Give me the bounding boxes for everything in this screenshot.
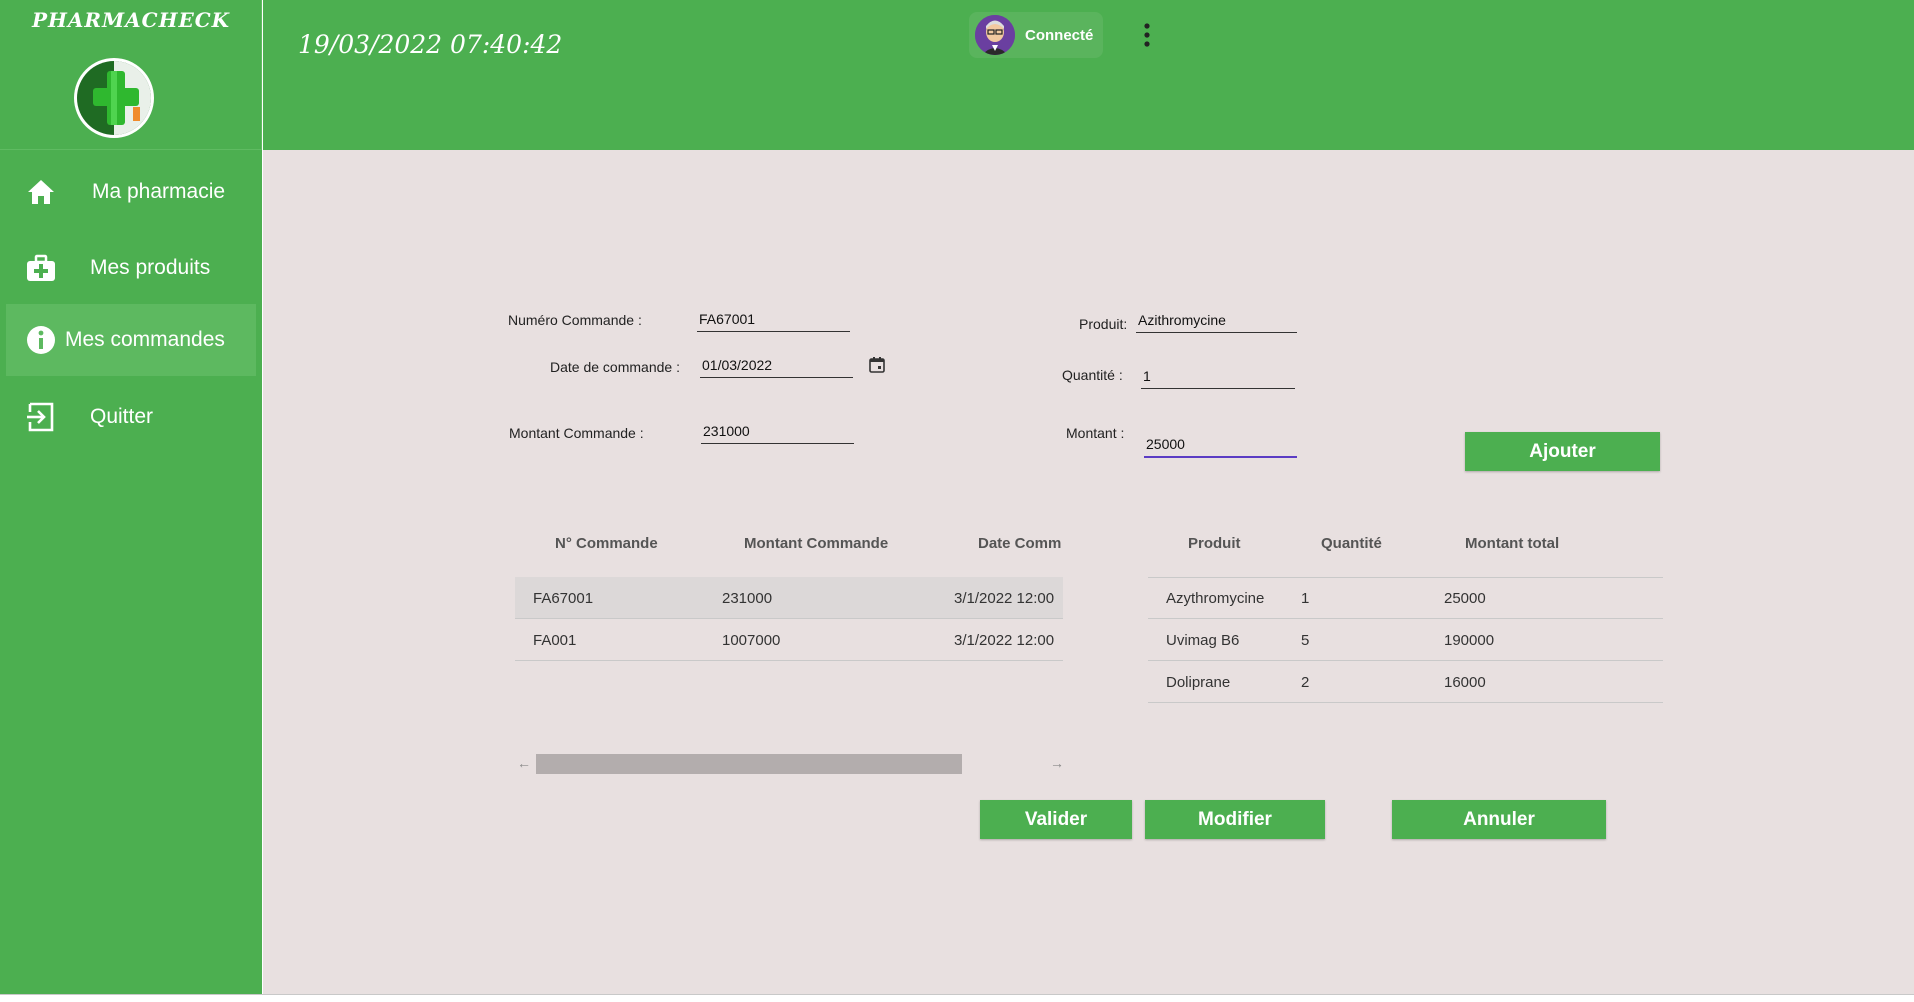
date-commande-input[interactable] xyxy=(700,352,853,378)
numero-commande-label: Numéro Commande : xyxy=(508,312,642,328)
sidebar-item-mes-produits[interactable]: Mes produits xyxy=(0,232,255,304)
column-header-quantite[interactable]: Quantité xyxy=(1321,535,1382,552)
modifier-button[interactable]: Modifier xyxy=(1145,800,1325,839)
cell-quantite: 5 xyxy=(1301,632,1310,649)
more-menu-icon[interactable] xyxy=(1141,22,1153,48)
column-header-montant-commande[interactable]: Montant Commande xyxy=(744,535,888,552)
cell-montant-total: 190000 xyxy=(1444,632,1495,649)
main-content: Numéro Commande : Date de commande : Mon… xyxy=(263,150,1914,994)
numero-commande-input[interactable] xyxy=(697,306,850,332)
sidebar-item-mes-commandes[interactable]: Mes commandes xyxy=(6,304,256,376)
logo-area: PHARMACHECK xyxy=(0,0,262,150)
column-header-num-commande[interactable]: N° Commande xyxy=(555,535,658,552)
cell-produit: Uvimag B6 xyxy=(1166,632,1240,649)
cell-montant: 231000 xyxy=(722,590,773,607)
montant-label: Montant : xyxy=(1066,425,1125,441)
user-status-chip[interactable]: Connecté xyxy=(969,12,1103,58)
orders-table-horizontal-scrollbar[interactable]: ← → xyxy=(514,752,1064,774)
produit-input[interactable] xyxy=(1136,307,1297,333)
column-header-montant-total[interactable]: Montant total xyxy=(1465,535,1559,552)
sidebar-item-label: Mes produits xyxy=(90,256,211,279)
sidebar-item-quitter[interactable]: Quitter xyxy=(0,381,255,453)
produit-label: Produit: xyxy=(1079,316,1128,332)
cell-produit: Doliprane xyxy=(1166,674,1231,691)
calendar-icon[interactable] xyxy=(868,356,886,374)
table-row[interactable]: Doliprane 2 16000 xyxy=(1148,661,1663,703)
pharmacy-cross-logo xyxy=(74,58,154,138)
cell-montant-total: 25000 xyxy=(1444,590,1486,607)
sidebar: PHARMACHECK Ma pharmacie Mes produits Me… xyxy=(0,0,262,994)
cell-date: 3/1/2022 12:00 xyxy=(954,590,1055,607)
cell-num: FA67001 xyxy=(533,590,594,607)
header-bar: 19/03/2022 07:40:42 Connecté xyxy=(263,0,1914,150)
cell-quantite: 2 xyxy=(1301,674,1310,691)
table-row[interactable]: Azythromycine 1 25000 xyxy=(1148,577,1663,619)
avatar xyxy=(975,15,1015,55)
quantite-label: Quantité : xyxy=(1062,367,1123,383)
table-row[interactable]: FA001 1007000 3/1/2022 12:00 xyxy=(515,619,1063,661)
cell-date: 3/1/2022 12:00 xyxy=(954,632,1055,649)
annuler-button[interactable]: Annuler xyxy=(1392,800,1606,839)
sidebar-item-ma-pharmacie[interactable]: Ma pharmacie xyxy=(0,156,255,228)
app-brand: PHARMACHECK xyxy=(31,8,231,32)
column-header-date-commande[interactable]: Date Comm xyxy=(978,535,1063,552)
user-status-label: Connecté xyxy=(1025,26,1094,44)
montant-input[interactable] xyxy=(1144,432,1297,458)
cell-produit: Azythromycine xyxy=(1166,590,1265,607)
table-row[interactable]: FA67001 231000 3/1/2022 12:00 xyxy=(515,577,1063,619)
quantite-input[interactable] xyxy=(1141,363,1295,389)
cell-montant-total: 16000 xyxy=(1444,674,1486,691)
scroll-right-arrow-icon[interactable]: → xyxy=(1050,755,1064,771)
column-header-produit[interactable]: Produit xyxy=(1188,535,1241,552)
scroll-left-arrow-icon[interactable]: ← xyxy=(517,755,531,771)
montant-commande-input[interactable] xyxy=(701,418,854,444)
exit-icon xyxy=(24,400,58,434)
sidebar-item-label: Mes commandes xyxy=(65,328,225,351)
date-commande-label: Date de commande : xyxy=(550,359,680,375)
home-icon xyxy=(24,175,58,209)
cell-quantite: 1 xyxy=(1301,590,1310,607)
ajouter-button[interactable]: Ajouter xyxy=(1465,432,1660,471)
montant-commande-label: Montant Commande : xyxy=(509,425,644,441)
valider-button[interactable]: Valider xyxy=(980,800,1132,839)
orders-table: N° Commande Montant Commande Date Comm F… xyxy=(515,520,1063,661)
info-icon xyxy=(24,323,58,357)
products-table: Produit Quantité Montant total Azythromy… xyxy=(1148,520,1663,703)
table-row[interactable]: Uvimag B6 5 190000 xyxy=(1148,619,1663,661)
scrollbar-thumb[interactable] xyxy=(536,754,962,774)
cell-montant: 1007000 xyxy=(722,632,781,649)
medkit-icon xyxy=(24,251,58,285)
cell-num: FA001 xyxy=(533,632,577,649)
current-datetime: 19/03/2022 07:40:42 xyxy=(298,30,563,59)
sidebar-item-label: Ma pharmacie xyxy=(92,180,226,203)
sidebar-item-label: Quitter xyxy=(90,405,154,428)
